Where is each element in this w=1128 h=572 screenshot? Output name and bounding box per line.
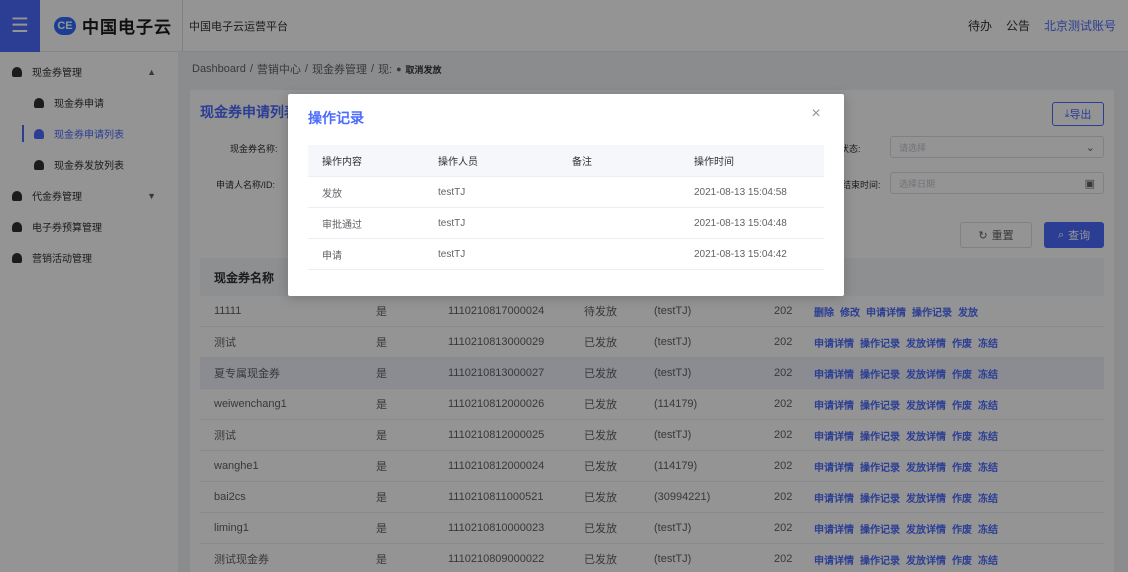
cell-time: 2021-08-13 15:04:48 (694, 217, 787, 229)
close-icon[interactable]: × (808, 105, 824, 122)
column-header-operator: 操作人员 (438, 157, 478, 168)
table-row: 申请 testTJ 2021-08-13 15:04:42 (308, 239, 824, 270)
cell-action: 发放 (322, 188, 342, 200)
table-header: 操作内容 操作人员 备注 操作时间 (308, 145, 824, 177)
cell-time: 2021-08-13 15:04:42 (694, 248, 787, 260)
operation-log-dialog: 操作记录 × 操作内容 操作人员 备注 操作时间 发放 testTJ 2021-08… (288, 94, 844, 296)
table-row: 审批通过 testTJ 2021-08-13 15:04:48 (308, 208, 824, 239)
cell-action: 审批通过 (322, 219, 362, 231)
dialog-table-body: 发放 testTJ 2021-08-13 15:04:58 审批通过 testTJ 202… (308, 177, 824, 270)
table-row: 发放 testTJ 2021-08-13 15:04:58 (308, 177, 824, 208)
column-header-action: 操作内容 (322, 157, 362, 168)
column-header-time: 操作时间 (694, 157, 734, 168)
cell-operator: testTJ (438, 186, 466, 198)
cell-time: 2021-08-13 15:04:58 (694, 186, 787, 198)
cell-operator: testTJ (438, 217, 466, 229)
cell-operator: testTJ (438, 248, 466, 260)
operation-log-table: 操作内容 操作人员 备注 操作时间 发放 testTJ 2021-08-13 15:… (308, 145, 824, 270)
cell-action: 申请 (322, 250, 342, 262)
column-header-note: 备注 (572, 157, 592, 168)
dialog-title: 操作记录 (308, 110, 364, 126)
